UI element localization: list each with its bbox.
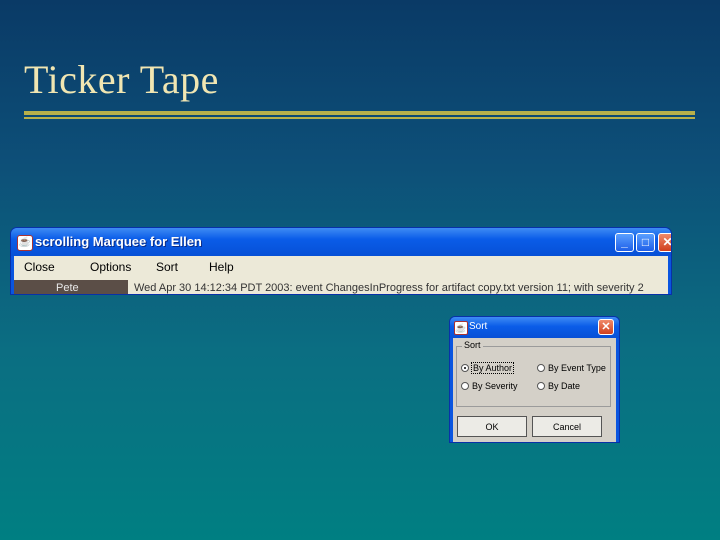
ticker-author: Pete <box>14 280 128 294</box>
radio-icon <box>537 364 545 372</box>
menu-options[interactable]: Options <box>90 260 131 274</box>
close-dialog-button[interactable]: ✕ <box>598 319 614 335</box>
radio-icon <box>461 382 469 390</box>
maximize-button[interactable]: □ <box>636 233 655 252</box>
radio-label: By Date <box>548 381 581 391</box>
menu-help[interactable]: Help <box>209 260 234 274</box>
radio-label: By Author <box>470 362 515 374</box>
ticker-message: Wed Apr 30 14:12:34 PDT 2003: event Chan… <box>134 282 644 294</box>
title-divider <box>24 111 695 115</box>
radio-by-event-type[interactable]: By Event Type <box>537 363 606 373</box>
ticker-row: Pete Wed Apr 30 14:12:34 PDT 2003: event… <box>14 280 668 294</box>
sort-group-label: Sort <box>462 340 483 350</box>
radio-by-severity[interactable]: By Severity <box>461 381 518 391</box>
marquee-window: ☕ scrolling Marquee for Ellen _ □ ✕ Clos… <box>11 228 671 294</box>
menu-close[interactable]: Close <box>24 260 55 274</box>
title-divider-thin <box>24 117 695 119</box>
menu-bar: Close Options Sort Help <box>14 256 668 280</box>
sort-dialog-titlebar[interactable]: ☕ Sort ✕ <box>450 317 619 338</box>
java-cup-icon: ☕ <box>17 235 33 251</box>
sort-dialog-body: Sort By Author By Event Type By Severity… <box>453 338 616 442</box>
menu-sort[interactable]: Sort <box>156 260 178 274</box>
radio-by-author[interactable]: By Author <box>461 362 515 374</box>
cancel-button[interactable]: Cancel <box>532 416 602 437</box>
marquee-titlebar[interactable]: ☕ scrolling Marquee for Ellen _ □ ✕ <box>11 228 671 256</box>
slide-title: Ticker Tape <box>24 57 219 102</box>
marquee-window-title: scrolling Marquee for Ellen <box>35 234 202 249</box>
minimize-button[interactable]: _ <box>615 233 634 252</box>
radio-label: By Severity <box>472 381 518 391</box>
radio-selected-icon <box>461 364 469 372</box>
sort-dialog: ☕ Sort ✕ Sort By Author By Event Type By… <box>450 317 619 442</box>
radio-label: By Event Type <box>548 363 606 373</box>
ok-button[interactable]: OK <box>457 416 527 437</box>
radio-by-date[interactable]: By Date <box>537 381 580 391</box>
close-window-button[interactable]: ✕ <box>658 233 671 252</box>
sort-group: Sort By Author By Event Type By Severity… <box>456 340 611 407</box>
java-cup-icon: ☕ <box>454 321 468 335</box>
radio-icon <box>537 382 545 390</box>
sort-dialog-title: Sort <box>469 321 488 332</box>
